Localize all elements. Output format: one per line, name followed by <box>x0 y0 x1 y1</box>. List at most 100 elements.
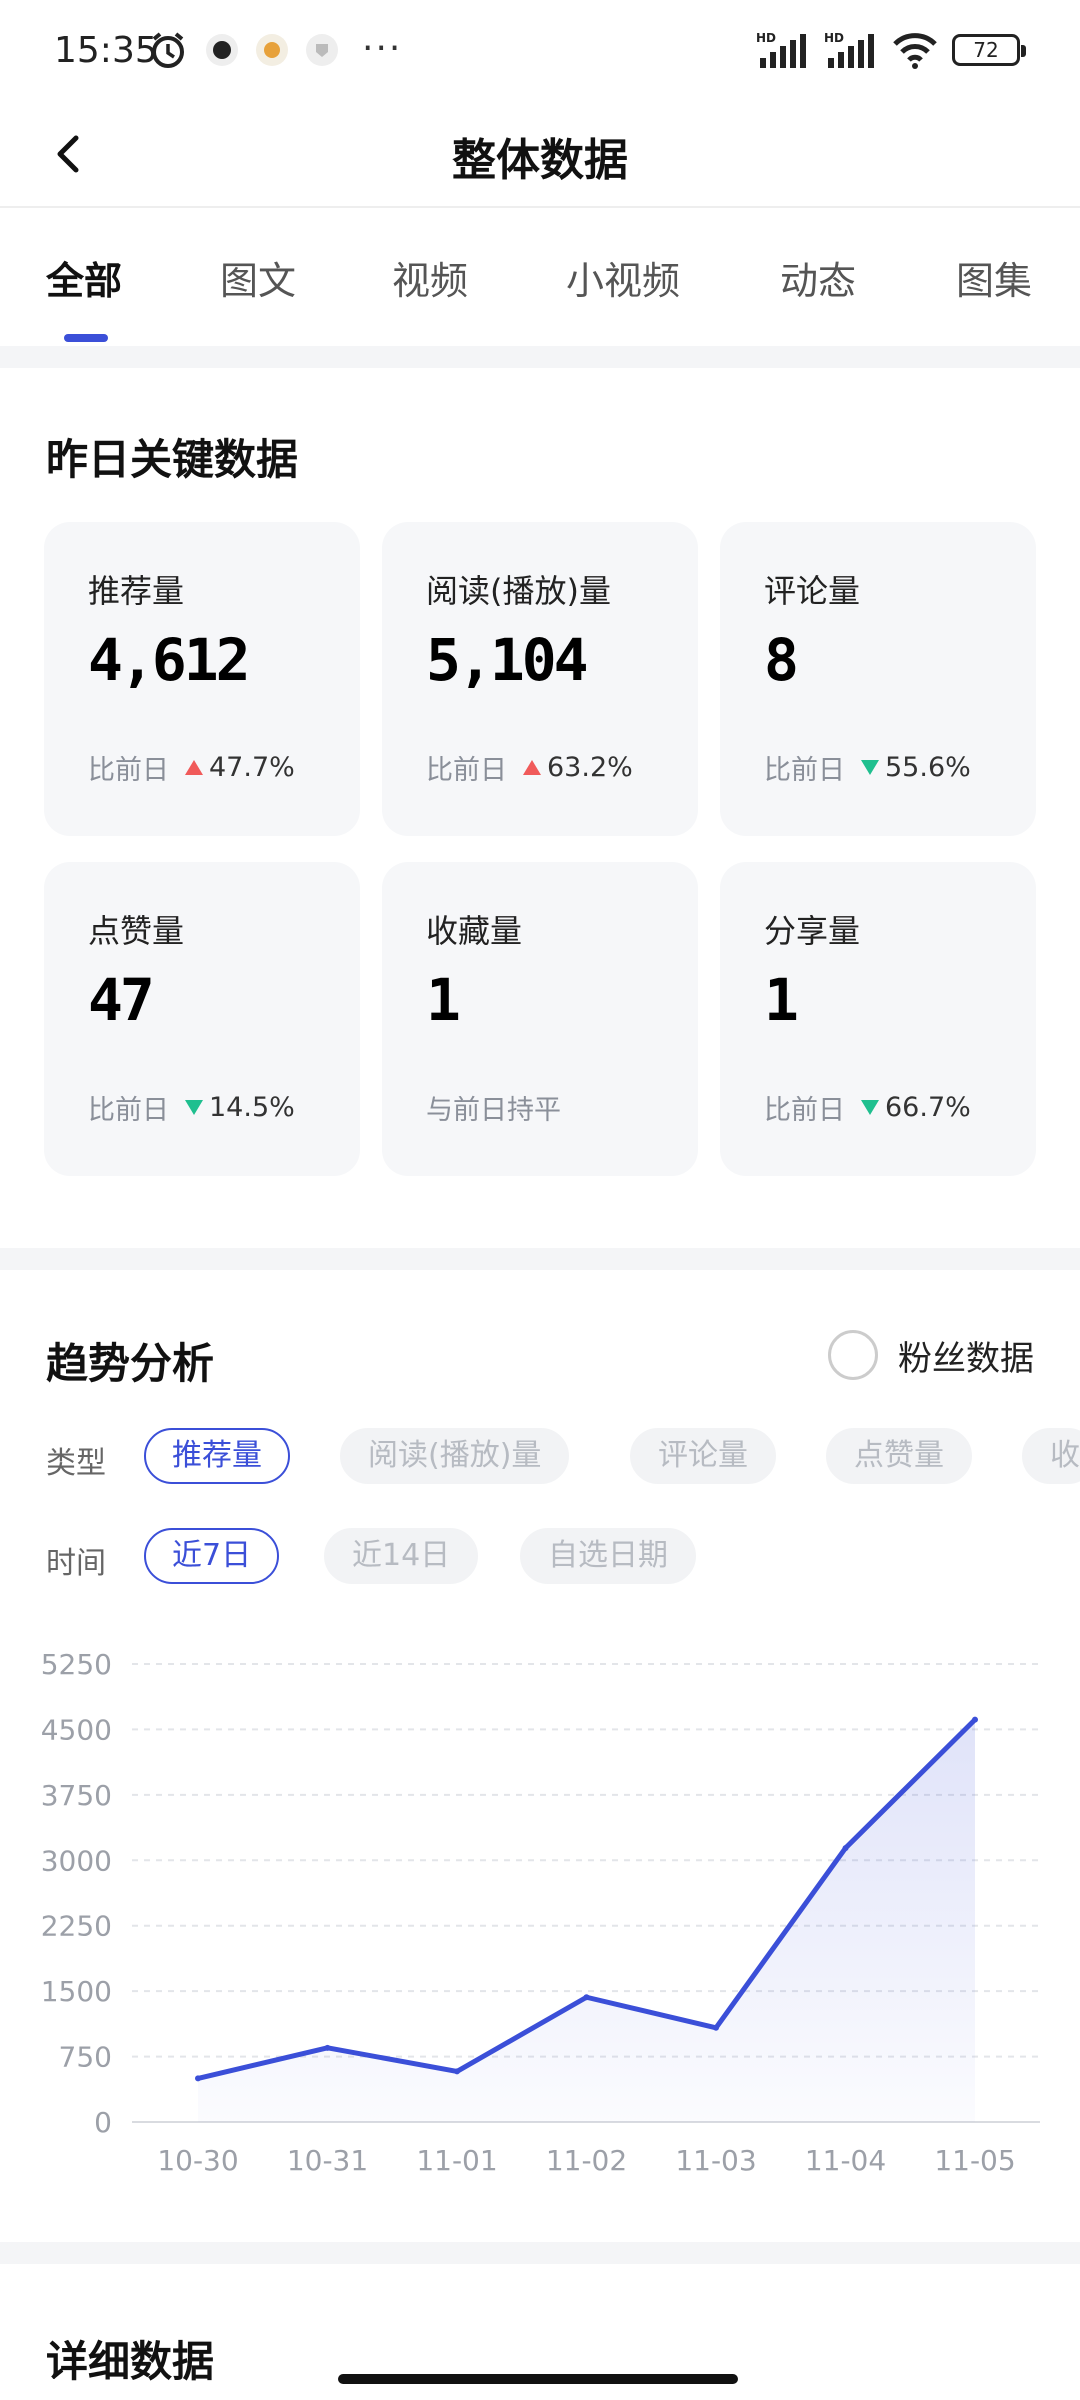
battery-icon: 72 <box>952 34 1026 66</box>
stat-card-recommend[interactable]: 推荐量 4,612 比前日 47.7% <box>44 522 360 836</box>
chart-data-point <box>195 2075 201 2082</box>
tab-moments[interactable]: 动态 <box>780 250 856 305</box>
stat-value: 5,104 <box>426 626 589 694</box>
tab-video[interactable]: 视频 <box>392 250 468 305</box>
signal-icon: HD <box>824 31 874 68</box>
status-bar: 15:35 ··· HD HD 72 <box>0 0 1080 100</box>
signal-label: HD <box>824 31 844 45</box>
y-tick-label: 1500 <box>41 1975 112 2008</box>
fans-data-toggle[interactable]: 粉丝数据 <box>828 1330 1034 1380</box>
x-tick-label: 11-04 <box>805 2144 886 2177</box>
app-notification-icon <box>206 34 238 66</box>
chart-y-axis: 0 750 1500 2250 3000 3750 4500 5250 <box>41 1648 112 2139</box>
stat-label: 阅读(播放)量 <box>426 572 611 610</box>
type-chip-favorites[interactable]: 收 <box>1022 1428 1080 1484</box>
y-tick-label: 3750 <box>41 1779 112 1812</box>
stat-compare: 比前日 66.7% <box>764 1088 971 1127</box>
trend-up-icon <box>185 760 203 775</box>
stat-label: 评论量 <box>764 572 861 610</box>
section-title: 详细数据 <box>46 2337 215 2386</box>
stat-compare: 比前日 55.6% <box>764 748 971 787</box>
x-tick-label: 11-02 <box>546 2144 627 2177</box>
y-tick-label: 4500 <box>41 1713 112 1746</box>
x-tick-label: 11-01 <box>416 2144 497 2177</box>
x-tick-label: 10-31 <box>287 2144 368 2177</box>
stat-label: 分享量 <box>764 912 861 950</box>
stat-value: 1 <box>426 966 461 1034</box>
trend-up-icon <box>523 760 541 775</box>
wifi-icon <box>893 33 937 69</box>
stat-value: 8 <box>764 626 799 694</box>
tab-short-video[interactable]: 小视频 <box>566 250 680 305</box>
compare-pct: 47.7% <box>209 752 295 783</box>
type-chip-comments[interactable]: 评论量 <box>630 1428 776 1484</box>
compare-pct: 66.7% <box>885 1092 971 1123</box>
stat-card-shares[interactable]: 分享量 1 比前日 66.7% <box>720 862 1036 1176</box>
active-tab-indicator <box>64 334 108 342</box>
stat-compare: 比前日 47.7% <box>88 748 295 787</box>
x-tick-label: 10-30 <box>157 2144 238 2177</box>
trend-section: 趋势分析 粉丝数据 类型 推荐量 阅读(播放)量 评论量 点赞量 收 时间 近7… <box>0 1270 1080 2242</box>
page-title: 整体数据 <box>452 135 628 186</box>
page: 15:35 ··· HD HD 72 整体数据 全部 图文 视频 小视频 动态 … <box>0 0 1080 2400</box>
compare-pct: 14.5% <box>209 1092 295 1123</box>
chart-x-axis: 10-30 10-31 11-01 11-02 11-03 11-04 11-05 <box>157 2144 1015 2177</box>
tab-article[interactable]: 图文 <box>220 250 296 305</box>
type-label: 类型 <box>46 1446 106 1481</box>
battery-level: 72 <box>973 38 999 62</box>
radio-unchecked-icon[interactable] <box>828 1330 878 1380</box>
chart-data-point <box>454 2068 460 2075</box>
home-indicator[interactable] <box>338 2374 738 2384</box>
stat-label: 推荐量 <box>88 572 185 610</box>
stat-label: 收藏量 <box>426 912 523 950</box>
alarm-icon <box>152 32 184 68</box>
content-type-tabs: 全部 图文 视频 小视频 动态 图集 <box>0 208 1080 346</box>
chart-area-fill <box>198 1719 975 2122</box>
app-notification-icon <box>306 34 338 66</box>
x-tick-label: 11-05 <box>934 2144 1015 2177</box>
trend-down-icon <box>861 760 879 775</box>
type-chip-reads[interactable]: 阅读(播放)量 <box>340 1428 570 1484</box>
chart-data-point <box>842 1845 849 1852</box>
time-chip-7d[interactable]: 近7日 <box>144 1528 280 1584</box>
key-data-section: 昨日关键数据 推荐量 4,612 比前日 47.7% 阅读(播放)量 5,104… <box>0 368 1080 1248</box>
compare-label: 比前日 <box>88 755 169 786</box>
stat-value: 4,612 <box>88 626 251 694</box>
stat-card-reads[interactable]: 阅读(播放)量 5,104 比前日 63.2% <box>382 522 698 836</box>
compare-pct: 63.2% <box>547 752 633 783</box>
trend-down-icon <box>185 1100 203 1115</box>
type-chip-recommend[interactable]: 推荐量 <box>144 1428 290 1484</box>
time-chip-14d[interactable]: 近14日 <box>324 1528 479 1584</box>
time-label: 时间 <box>46 1546 106 1581</box>
chart-data-point <box>324 2044 331 2051</box>
stat-value: 1 <box>764 966 799 1034</box>
signal-label: HD <box>756 31 776 45</box>
section-title: 昨日关键数据 <box>46 435 299 484</box>
x-tick-label: 11-03 <box>675 2144 756 2177</box>
fans-data-label: 粉丝数据 <box>898 1338 1034 1379</box>
app-notification-icon <box>256 34 288 66</box>
type-chip-likes[interactable]: 点赞量 <box>826 1428 972 1484</box>
y-tick-label: 750 <box>59 2041 112 2074</box>
stat-compare: 与前日持平 <box>426 1088 561 1127</box>
section-title: 趋势分析 <box>46 1339 215 1388</box>
compare-pct: 55.6% <box>885 752 971 783</box>
stat-label: 点赞量 <box>88 912 185 950</box>
more-notifications-icon: ··· <box>362 28 403 69</box>
y-tick-label: 3000 <box>41 1844 112 1877</box>
y-tick-label: 5250 <box>41 1648 112 1681</box>
app-header: 整体数据 <box>0 100 1080 208</box>
chart-data-point <box>583 1994 590 2001</box>
tab-gallery[interactable]: 图集 <box>956 250 1032 305</box>
stat-card-comments[interactable]: 评论量 8 比前日 55.6% <box>720 522 1036 836</box>
tab-all[interactable]: 全部 <box>46 250 122 305</box>
chart-data-point <box>972 1716 978 1723</box>
compare-label: 与前日持平 <box>426 1095 561 1126</box>
y-tick-label: 0 <box>94 2106 112 2139</box>
stat-card-favorites[interactable]: 收藏量 1 与前日持平 <box>382 862 698 1176</box>
status-time: 15:35 <box>54 30 158 71</box>
time-chip-custom[interactable]: 自选日期 <box>520 1528 696 1584</box>
status-right: HD HD 72 <box>756 30 1026 70</box>
stat-card-likes[interactable]: 点赞量 47 比前日 14.5% <box>44 862 360 1176</box>
signal-icon: HD <box>756 31 806 68</box>
